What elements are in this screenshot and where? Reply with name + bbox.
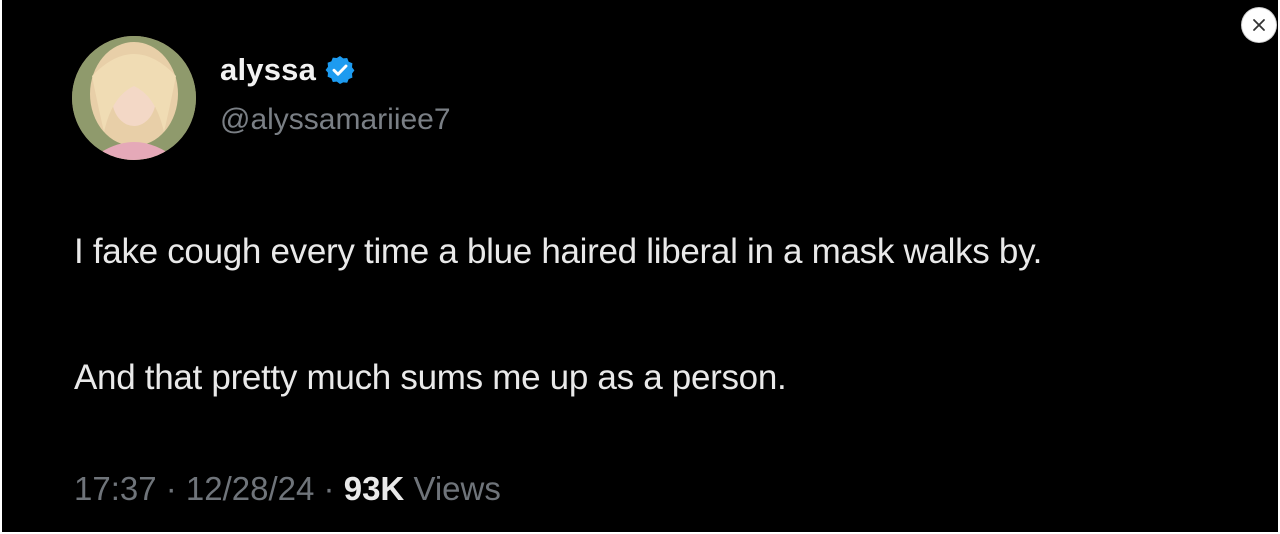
verified-badge-icon — [324, 54, 356, 86]
tweet-text-line: And that pretty much sums me up as a per… — [74, 358, 787, 397]
close-button[interactable] — [1242, 8, 1276, 42]
display-name[interactable]: alyssa — [220, 52, 316, 88]
avatar[interactable] — [72, 36, 196, 160]
close-icon — [1252, 18, 1266, 32]
tweet-card: alyssa @alyssamariiee7 I fake cough ever… — [2, 0, 1278, 532]
meta-separator: · — [314, 470, 344, 507]
display-name-row: alyssa — [220, 52, 356, 88]
tweet-meta: 17:37 · 12/28/24 · 93K Views — [74, 470, 501, 508]
meta-separator: · — [156, 470, 186, 507]
user-handle[interactable]: @alyssamariiee7 — [220, 103, 451, 137]
avatar-image — [72, 36, 196, 160]
image-viewer: alyssa @alyssamariiee7 I fake cough ever… — [0, 0, 1280, 534]
views-label: Views — [413, 470, 501, 507]
tweet-text-line: I fake cough every time a blue haired li… — [74, 232, 1043, 271]
tweet-date[interactable]: 12/28/24 — [186, 470, 314, 507]
tweet-time[interactable]: 17:37 — [74, 470, 157, 507]
views-count: 93K — [343, 470, 405, 507]
